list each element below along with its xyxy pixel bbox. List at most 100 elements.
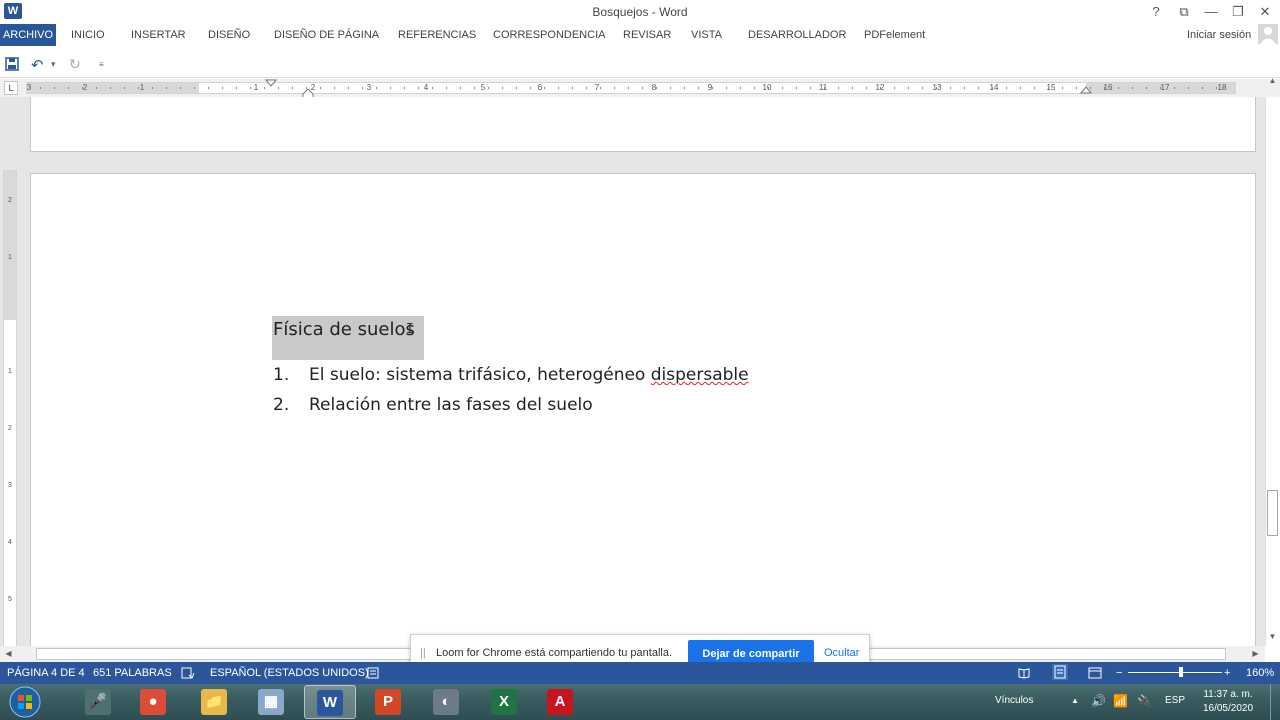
- web-layout-icon[interactable]: [1088, 666, 1102, 679]
- ruler-tick: [740, 87, 741, 89]
- user-avatar-icon[interactable]: [1258, 24, 1278, 44]
- minimize-icon[interactable]: —: [1197, 0, 1225, 24]
- vruler-label: 5: [8, 596, 12, 603]
- ruler-tick: [1062, 87, 1063, 89]
- zoom-slider-handle[interactable]: [1179, 667, 1183, 677]
- ruler-tick: [1188, 87, 1189, 89]
- ribbon-display-icon[interactable]: ⧉: [1170, 0, 1198, 24]
- customize-qat-icon[interactable]: ≡: [99, 60, 104, 69]
- taskbar-chrome[interactable]: ●: [127, 685, 179, 719]
- network-icon[interactable]: 📶: [1113, 684, 1128, 718]
- scroll-up-icon[interactable]: ▲: [1265, 76, 1280, 85]
- redo-icon[interactable]: ↻: [69, 56, 81, 73]
- ruler-tick: [320, 87, 321, 89]
- list-item[interactable]: El suelo: sistema trifásico, heterogéneo…: [309, 364, 749, 386]
- read-mode-icon[interactable]: [1018, 666, 1030, 679]
- text-cursor-icon: I: [406, 322, 414, 337]
- first-line-indent-icon[interactable]: [265, 79, 277, 87]
- scroll-right-icon[interactable]: ▶: [1248, 649, 1263, 658]
- vertical-scroll-thumb[interactable]: [1267, 490, 1278, 536]
- print-layout-icon[interactable]: [1052, 664, 1068, 680]
- chrome-icon: ●: [140, 689, 166, 715]
- ruler-tick: [586, 87, 587, 89]
- zoom-in-button[interactable]: +: [1224, 662, 1230, 684]
- previous-page[interactable]: [30, 97, 1256, 152]
- tab-insertar[interactable]: INSERTAR: [131, 24, 186, 46]
- tab-referencias[interactable]: REFERENCIAS: [398, 24, 476, 46]
- document-heading[interactable]: Física de suelos: [272, 316, 424, 360]
- links-toolbar[interactable]: Vínculos: [995, 684, 1033, 718]
- ruler-tick: [390, 87, 391, 89]
- ruler-tick: [670, 87, 671, 89]
- taskbar-earth[interactable]: ◐: [420, 685, 472, 719]
- clock[interactable]: 11:37 a. m. 16/05/2020: [1198, 688, 1258, 716]
- proofing-icon[interactable]: [181, 666, 195, 679]
- ruler-tick: [950, 87, 951, 89]
- taskbar-calculator[interactable]: ▦: [245, 685, 297, 719]
- tab-inicio[interactable]: INICIO: [71, 24, 105, 46]
- tab-revisar[interactable]: REVISAR: [623, 24, 671, 46]
- tab-diseno[interactable]: DISEÑO: [208, 24, 250, 46]
- list-item-number: 2.: [273, 395, 290, 415]
- start-button-icon[interactable]: [8, 686, 42, 718]
- hide-button[interactable]: Ocultar: [824, 647, 859, 659]
- tab-desarrollador[interactable]: DESARROLLADOR: [748, 24, 846, 46]
- language-indicator[interactable]: ESPAÑOL (ESTADOS UNIDOS): [210, 662, 369, 684]
- undo-dropdown-icon[interactable]: ▾: [51, 59, 56, 70]
- drag-handle-icon[interactable]: ||: [420, 647, 426, 659]
- taskbar-acrobat[interactable]: A: [534, 685, 586, 719]
- scroll-left-icon[interactable]: ◀: [1, 649, 16, 658]
- ruler-tick: [628, 87, 629, 89]
- list-item[interactable]: Relación entre las fases del suelo: [309, 394, 593, 416]
- volume-icon[interactable]: 🔊: [1091, 684, 1106, 718]
- ruler-tick: [642, 87, 643, 89]
- ruler-tick: [1216, 87, 1217, 89]
- tab-pdfelement[interactable]: PDFelement: [864, 24, 925, 46]
- ruler-tick: [936, 87, 937, 89]
- ruler-tick: [292, 87, 293, 89]
- macro-icon[interactable]: [367, 666, 379, 679]
- power-icon[interactable]: 🔌: [1137, 684, 1152, 718]
- close-icon[interactable]: ✕: [1251, 0, 1279, 24]
- ruler-tick: [208, 87, 209, 89]
- tab-archivo[interactable]: ARCHIVO: [0, 24, 56, 46]
- tab-vista[interactable]: VISTA: [691, 24, 722, 46]
- taskbar-excel[interactable]: X: [478, 685, 530, 719]
- help-icon[interactable]: ?: [1142, 0, 1170, 24]
- right-indent-icon[interactable]: [1080, 86, 1092, 94]
- sign-in-link[interactable]: Iniciar sesión: [1187, 24, 1251, 46]
- save-icon[interactable]: [5, 57, 19, 71]
- zoom-out-button[interactable]: −: [1116, 662, 1122, 684]
- ruler-tick: [894, 87, 895, 89]
- ruler-label: 10: [762, 83, 772, 92]
- ruler-tick: [40, 87, 41, 89]
- taskbar-microphone[interactable]: 🎤: [72, 685, 124, 719]
- tab-correspondencia[interactable]: CORRESPONDENCIA: [493, 24, 605, 46]
- taskbar-powerpoint[interactable]: P: [362, 685, 414, 719]
- powerpoint-icon: P: [375, 689, 401, 715]
- spelling-error[interactable]: dispersable: [651, 365, 749, 385]
- tab-diseno-de-pagina[interactable]: DISEÑO DE PÁGINA: [274, 24, 379, 46]
- window-title: Bosquejos - Word: [592, 5, 688, 19]
- page-count[interactable]: PÁGINA 4 DE 4: [7, 662, 85, 684]
- taskbar-word[interactable]: W: [304, 685, 356, 719]
- show-desktop-button[interactable]: [1270, 684, 1280, 720]
- ruler-tick: [1132, 87, 1133, 89]
- tray-expand-icon[interactable]: ▲: [1071, 684, 1079, 718]
- restore-icon[interactable]: ❐: [1224, 0, 1252, 24]
- ruler-label: 3: [366, 83, 372, 92]
- ruler-tick: [138, 87, 139, 89]
- zoom-level[interactable]: 160%: [1246, 662, 1274, 684]
- quick-access-toolbar: [0, 52, 1280, 78]
- input-language[interactable]: ESP: [1165, 684, 1185, 718]
- document-page[interactable]: [30, 173, 1256, 653]
- ruler-tick: [964, 87, 965, 89]
- zoom-slider[interactable]: [1128, 672, 1222, 673]
- taskbar-explorer[interactable]: 📁: [188, 685, 240, 719]
- word-count[interactable]: 651 PALABRAS: [93, 662, 172, 684]
- vertical-scrollbar[interactable]: [1265, 97, 1280, 646]
- scroll-down-icon[interactable]: ▼: [1265, 632, 1280, 641]
- ruler-tick: [544, 87, 545, 89]
- undo-icon[interactable]: ↶: [31, 56, 44, 74]
- tab-selector[interactable]: L: [4, 81, 18, 95]
